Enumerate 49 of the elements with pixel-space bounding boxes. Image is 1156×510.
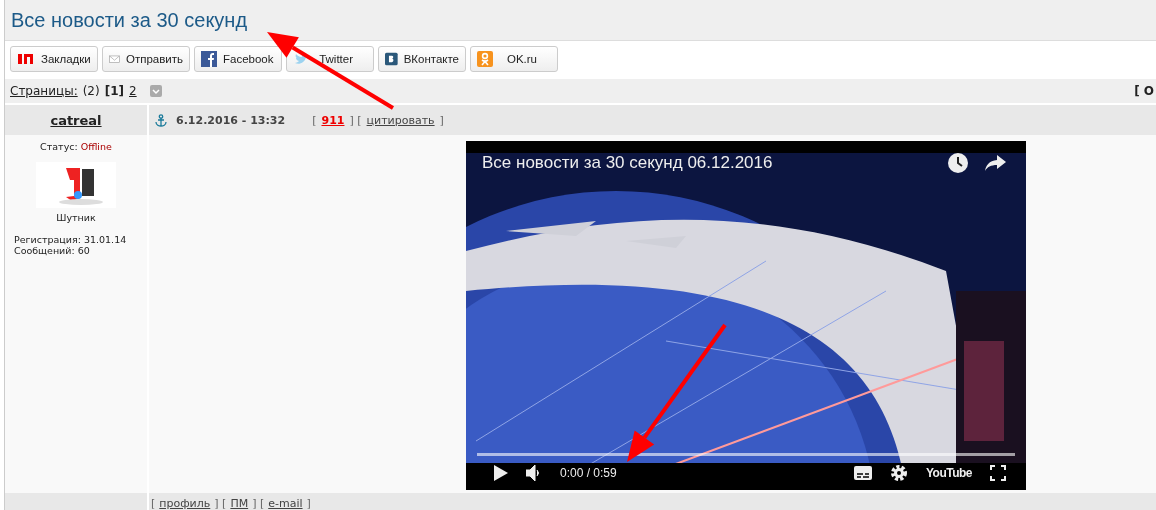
anchor-icon [155,113,167,127]
share-button[interactable]: Закладки [10,46,98,72]
ok-icon [477,51,493,67]
play-icon [494,465,508,481]
bracket-text: ] [ [214,496,227,510]
youtube-logo[interactable]: YouTube [925,466,972,480]
share-button[interactable]: Отправить [102,46,190,72]
bracket-text: ] [ [252,496,265,510]
bracket-text: ] [439,113,444,127]
avatar-logo-icon [36,162,116,208]
reply-link[interactable]: [ О [1134,84,1156,98]
time-text: 0:00 / 0:59 [560,466,617,480]
settings-icon [889,464,908,482]
video-title: Все новости за 30 секунд 06.12.2016 [482,153,774,173]
bracket-text: [ [151,496,156,510]
envelope-icon [109,52,120,66]
volume-icon [526,465,542,481]
share-button[interactable]: Facebook [194,46,282,72]
progress-bar[interactable] [477,453,1015,456]
share-button[interactable]: OK.ru [470,46,558,72]
pages-link[interactable]: Страницы: [10,84,78,98]
post-number-link[interactable]: 911 [321,113,345,127]
text-link[interactable]: ПМ [230,496,249,510]
post-date: 6.12.2016 - 13:32 [176,113,286,127]
dropdown-icon [149,85,162,97]
page-link[interactable]: [1] [104,84,124,98]
text-link[interactable]: e-mail [268,496,303,510]
bracket-text: ] [306,496,311,510]
author-link[interactable]: catreal [50,112,102,128]
status-value: Offline [80,141,112,152]
facebook-icon [201,51,217,67]
page-title: Все новости за 30 секунд [11,8,248,32]
clock-icon [948,153,968,173]
status-label: Статус: [40,141,79,152]
share-button[interactable]: ВКонтакте [378,46,466,72]
fullscreen-icon [990,465,1006,481]
vk-icon [385,51,398,67]
text-link[interactable]: цитировать [366,113,435,127]
bracket-text: ] [ [349,113,362,127]
registration-text: Регистрация: 31.01.14 [13,235,127,246]
messages-text: Сообщений: 60 [13,245,90,257]
bracket-text: [ [312,113,317,127]
page-link[interactable]: 2 [129,84,137,98]
text-link[interactable]: профиль [159,496,211,510]
page-count: (2) [82,84,100,98]
video-player[interactable]: Все новости за 30 секунд 06.12.2016 0:00 / 0:59 YouTube [466,141,1026,490]
share-icon [984,154,1006,172]
user-rank: Шутник [56,212,96,223]
letters-icon [17,52,35,66]
